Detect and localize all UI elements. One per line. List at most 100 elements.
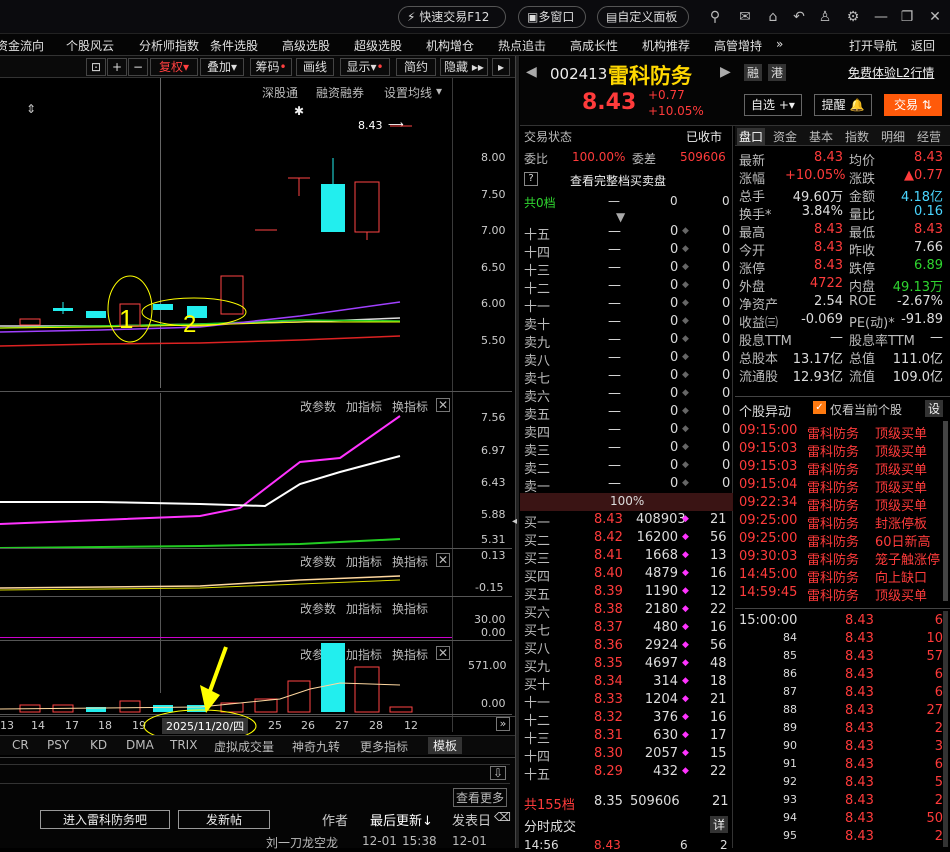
prev-stock-icon[interactable]: ◀	[526, 64, 537, 80]
tick-time: 84	[783, 631, 797, 644]
alert-stock[interactable]: 雷科防务	[807, 477, 859, 496]
next-stock-icon[interactable]: ▶	[720, 64, 731, 80]
tab-quote-0[interactable]: 盘口	[737, 128, 766, 145]
custom-panel-button[interactable]: ▤自定义面板	[597, 6, 689, 28]
tab-trix[interactable]: TRIX	[170, 738, 197, 752]
back-icon[interactable]: ↶	[790, 8, 808, 26]
sell-level-vol: 0	[670, 296, 679, 311]
shirt-icon[interactable]: ♙	[816, 8, 834, 26]
tab-cr[interactable]: CR	[12, 738, 29, 752]
tab-more-indicators[interactable]: 更多指标	[360, 738, 408, 755]
menu-super-select[interactable]: 超级选股	[354, 37, 402, 54]
diamond-icon: ◆	[682, 748, 689, 758]
menu-inst-recommend[interactable]: 机构推荐	[642, 37, 690, 54]
overlay-button[interactable]: 叠加▾	[200, 58, 244, 76]
maximize-icon[interactable]: ❐	[898, 8, 916, 26]
y-tick: 7.00	[481, 224, 506, 237]
menu-fund-flow[interactable]: 资金流向	[0, 37, 44, 54]
menu-hot-chase[interactable]: 热点追击	[498, 37, 546, 54]
check-more-button[interactable]: 查看更多	[453, 788, 508, 807]
chips-button[interactable]: 筹码•	[250, 58, 292, 76]
last-update-col[interactable]: 最后更新↓	[370, 810, 433, 829]
home-icon[interactable]: ⌂	[764, 8, 782, 26]
tab-dma[interactable]: DMA	[126, 738, 154, 752]
collapse-left-icon[interactable]: ◂	[512, 516, 517, 527]
menu-exec-increase[interactable]: 高管增持	[714, 37, 762, 54]
enter-forum-button[interactable]: 进入雷科防务吧	[40, 810, 170, 829]
menu-open-nav[interactable]: 打开导航	[849, 37, 897, 54]
minimize-icon[interactable]: —	[872, 8, 890, 26]
edit-params-button[interactable]: 改参数	[300, 600, 336, 617]
only-current-label[interactable]: 仅看当前个股	[830, 401, 902, 418]
alert-stock[interactable]: 雷科防务	[807, 549, 859, 568]
expand-icon[interactable]: ▸	[492, 58, 510, 76]
alert-stock[interactable]: 雷科防务	[807, 423, 859, 442]
diamond-icon: ◆	[682, 280, 689, 290]
tab-quote-3[interactable]: 指数	[845, 128, 869, 145]
trash-icon[interactable]: ⌫	[494, 810, 511, 824]
alert-stock[interactable]: 雷科防务	[807, 513, 859, 532]
switch-indicator-button[interactable]: 换指标	[392, 600, 428, 617]
multi-window-button[interactable]: ▣多窗口	[518, 6, 586, 28]
alert-button[interactable]: 提醒 🔔	[814, 94, 872, 116]
tab-quote-1[interactable]: 资金	[773, 128, 797, 145]
ticks-scrollbar[interactable]	[943, 611, 948, 847]
full-book-link[interactable]: 查看完整档买卖盘	[570, 172, 666, 189]
menu-high-growth[interactable]: 高成长性	[570, 37, 618, 54]
tab-psy[interactable]: PSY	[47, 738, 69, 752]
sell-level-label: 卖六	[524, 390, 551, 405]
menu-stock-news[interactable]: 个股风云	[66, 37, 114, 54]
user-icon[interactable]: ⚲	[706, 8, 724, 26]
menu-advanced-select[interactable]: 高级选股	[282, 37, 330, 54]
splitter[interactable]	[515, 56, 519, 848]
add-indicator-button[interactable]: 加指标	[346, 600, 382, 617]
new-post-button[interactable]: 发新帖	[178, 810, 270, 829]
menu-condition-select[interactable]: 条件选股	[210, 37, 258, 54]
l2-trial-link[interactable]: 免费体验L2行情	[848, 64, 934, 81]
simple-button[interactable]: 简约	[396, 58, 436, 76]
tab-nine-turn[interactable]: 神奇九转	[292, 738, 340, 755]
mail-icon[interactable]: ✉	[736, 8, 754, 26]
alerts-scrollbar[interactable]	[943, 421, 948, 601]
tab-quote-5[interactable]: 经营	[917, 128, 941, 145]
tab-kd[interactable]: KD	[90, 738, 107, 752]
lock-icon[interactable]: ⊡	[86, 58, 106, 76]
zoom-in-icon[interactable]: +	[107, 58, 127, 76]
hide-button[interactable]: 隐藏 ▸▸	[440, 58, 488, 76]
help-icon[interactable]: ?	[524, 172, 538, 186]
alert-stock[interactable]: 雷科防务	[807, 585, 859, 604]
tab-template[interactable]: 模板	[428, 737, 463, 754]
watchlist-button[interactable]: 自选 +▾	[744, 94, 802, 116]
skin-icon[interactable]: ⚙	[844, 8, 862, 26]
zoom-out-icon[interactable]: −	[128, 58, 148, 76]
alert-stock[interactable]: 雷科防务	[807, 459, 859, 478]
trade-button[interactable]: 交易 ⇅	[884, 94, 942, 116]
scroll-right-icon[interactable]: »	[496, 717, 510, 731]
display-button[interactable]: 显示▾•	[340, 58, 390, 76]
alerts-settings-button[interactable]: 设	[925, 400, 944, 417]
tab-virtual-volume[interactable]: 虚拟成交量	[214, 738, 274, 755]
alert-stock[interactable]: 雷科防务	[807, 531, 859, 550]
menu-more[interactable]: »	[776, 37, 783, 51]
alert-stock[interactable]: 雷科防务	[807, 567, 859, 586]
tick-price: 8.43	[845, 667, 874, 682]
sell-level-vol: 0	[670, 224, 679, 239]
y-tick: 571.00	[468, 659, 507, 672]
alert-stock[interactable]: 雷科防务	[807, 441, 859, 460]
checkbox-checked-icon[interactable]: ✓	[813, 401, 826, 414]
quick-trade-button[interactable]: ⚡ 快速交易F12	[398, 6, 506, 28]
draw-line-button[interactable]: 画线	[296, 58, 334, 76]
menu-back[interactable]: 返回	[911, 37, 935, 54]
ticks-detail-button[interactable]: 详	[710, 816, 729, 833]
menu-inst-increase[interactable]: 机构增仓	[426, 37, 474, 54]
fuquan-button[interactable]: 复权▾	[150, 58, 198, 76]
close-icon[interactable]: ✕	[926, 8, 944, 26]
menu-analyst-index[interactable]: 分析师指数	[139, 37, 199, 54]
sell-level-price: —	[608, 332, 621, 347]
quote-value: 8.43	[814, 258, 843, 273]
alert-stock[interactable]: 雷科防务	[807, 495, 859, 514]
tab-quote-4[interactable]: 明细	[881, 128, 905, 145]
download-icon[interactable]: ⇩	[490, 766, 506, 780]
collapse-icon[interactable]: ▼	[616, 210, 625, 224]
tab-quote-2[interactable]: 基本	[809, 128, 833, 145]
